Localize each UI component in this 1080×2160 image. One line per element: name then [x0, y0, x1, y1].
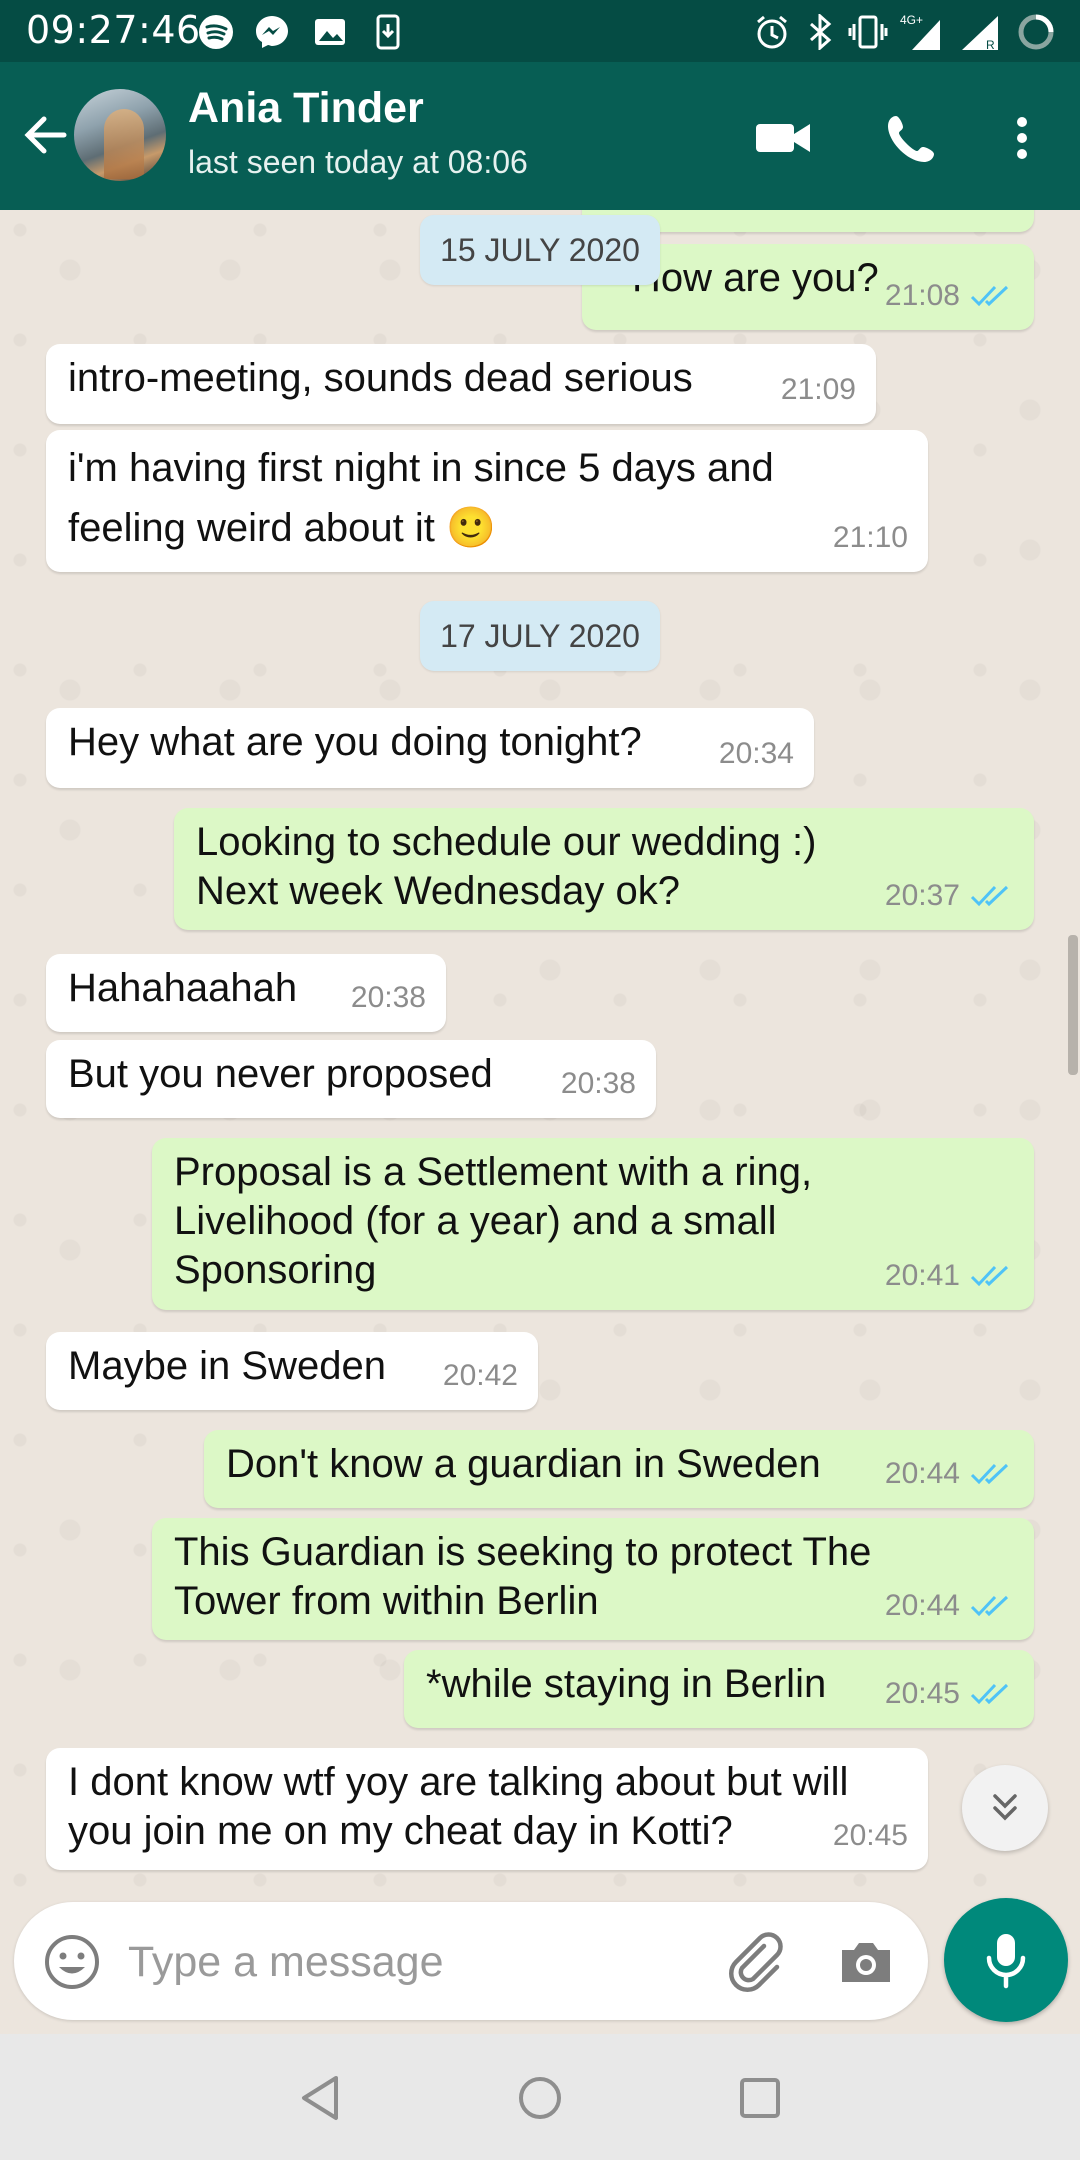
chat-messages[interactable]: How are you? 21:08 15 JULY 2020 intro-me… — [0, 210, 1080, 1910]
read-ticks-icon — [970, 885, 1009, 906]
avatar[interactable] — [74, 89, 166, 181]
message-meta: 20:44 — [885, 1449, 1014, 1498]
spotify-icon — [196, 12, 236, 52]
message-time: 20:38 — [560, 1067, 636, 1100]
message-meta: 20:45 — [833, 1811, 908, 1860]
message-meta: 21:08 — [885, 271, 1014, 320]
microphone-icon — [986, 1934, 1026, 1989]
message-time: 21:10 — [832, 521, 908, 554]
message-text: i'm having first night in since 5 days a… — [68, 446, 774, 550]
read-ticks-icon — [970, 1265, 1009, 1286]
message-meta: 21:10 — [833, 513, 908, 562]
message-outgoing[interactable]: Proposal is a Settlement with a ring, Li… — [152, 1138, 1034, 1310]
alarm-icon — [752, 12, 792, 52]
message-text: *while staying in Berlin — [426, 1662, 827, 1706]
message-incoming[interactable]: But you never proposed 20:38 — [46, 1040, 656, 1118]
message-meta: 21:09 — [781, 365, 856, 414]
message-text: intro-meeting, sounds dead serious — [68, 356, 693, 400]
read-ticks-icon — [970, 1595, 1009, 1616]
more-options-icon[interactable] — [990, 106, 1054, 170]
message-meta: 20:42 — [443, 1351, 518, 1400]
signal-roaming-icon: R — [960, 12, 1000, 52]
message-incoming[interactable]: Maybe in Sweden 20:42 — [46, 1332, 538, 1410]
svg-text:R: R — [986, 38, 995, 52]
last-seen-status: last seen today at 08:06 — [188, 144, 528, 180]
message-outgoing[interactable]: *while staying in Berlin 20:45 — [404, 1650, 1034, 1728]
message-time: 21:08 — [884, 279, 960, 312]
message-time: 20:42 — [442, 1359, 518, 1392]
attachment-icon[interactable] — [724, 1930, 788, 1994]
nav-recents-icon[interactable] — [730, 2068, 790, 2128]
message-time: 20:45 — [832, 1819, 908, 1852]
message-meta: 20:41 — [885, 1251, 1014, 1300]
read-ticks-icon — [970, 1683, 1009, 1704]
signal-icon: 4G+ — [900, 12, 952, 52]
message-time: 20:34 — [718, 737, 794, 770]
message-text: Hey what are you doing tonight? — [68, 720, 642, 764]
message-incoming[interactable]: Hahahaahah 20:38 — [46, 954, 446, 1032]
download-icon — [368, 12, 408, 52]
message-outgoing[interactable]: This Guardian is seeking to protect The … — [152, 1518, 1034, 1640]
message-text: How are you? — [632, 256, 879, 300]
message-meta: 20:34 — [719, 729, 794, 778]
message-time: 20:37 — [884, 879, 960, 912]
double-chevron-down-icon — [993, 1794, 1017, 1821]
system-navigation-bar — [0, 2034, 1080, 2160]
message-incoming[interactable]: I dont know wtf yoy are talking about bu… — [46, 1748, 928, 1870]
camera-icon[interactable] — [836, 1932, 896, 1992]
message-composer — [14, 1902, 928, 2020]
message-time: 20:45 — [884, 1677, 960, 1710]
message-time: 20:41 — [884, 1259, 960, 1292]
message-time: 20:38 — [350, 981, 426, 1014]
message-input[interactable] — [126, 1926, 690, 1998]
contact-name[interactable]: Ania Tinder — [188, 84, 424, 133]
date-divider: 17 JULY 2020 — [420, 601, 660, 671]
message-meta: 20:38 — [351, 973, 426, 1022]
read-ticks-icon — [970, 285, 1009, 306]
status-time: 09:27:46 — [26, 8, 201, 52]
message-text: Don't know a guardian in Sweden — [226, 1442, 821, 1486]
message-text: Looking to schedule our wedding :) Next … — [196, 820, 817, 913]
message-text: But you never proposed — [68, 1052, 493, 1096]
message-incoming[interactable]: intro-meeting, sounds dead serious 21:09 — [46, 344, 876, 424]
message-outgoing[interactable]: Looking to schedule our wedding :) Next … — [174, 808, 1034, 930]
message-incoming[interactable]: Hey what are you doing tonight? 20:34 — [46, 708, 814, 788]
message-outgoing[interactable]: Don't know a guardian in Sweden 20:44 — [204, 1430, 1034, 1508]
read-ticks-icon — [970, 1463, 1009, 1484]
nav-home-icon[interactable] — [510, 2068, 570, 2128]
video-call-icon[interactable] — [752, 106, 816, 170]
scroll-to-bottom-button[interactable] — [962, 1765, 1048, 1851]
message-text: I dont know wtf yoy are talking about bu… — [68, 1760, 849, 1853]
voice-call-icon[interactable] — [880, 106, 944, 170]
message-time: 20:44 — [884, 1589, 960, 1622]
vibrate-icon — [848, 12, 888, 52]
message-meta: 20:44 — [885, 1581, 1014, 1630]
battery-saver-icon — [1016, 12, 1056, 52]
message-text: This Guardian is seeking to protect The … — [174, 1530, 872, 1623]
message-meta: 20:45 — [885, 1669, 1014, 1718]
network-type: 4G+ — [900, 13, 923, 27]
message-text: Hahahaahah — [68, 966, 298, 1010]
message-meta: 20:38 — [561, 1059, 636, 1108]
bluetooth-icon — [800, 12, 840, 52]
message-meta: 20:37 — [885, 871, 1014, 920]
message-time: 20:44 — [884, 1457, 960, 1490]
voice-message-button[interactable] — [944, 1898, 1068, 2022]
chat-header: Ania Tinder last seen today at 08:06 — [0, 62, 1080, 210]
message-text: Maybe in Sweden — [68, 1344, 386, 1388]
gallery-icon — [310, 12, 350, 52]
nav-back-icon[interactable] — [290, 2068, 350, 2128]
status-bar: 09:27:46 4G+ R — [0, 0, 1080, 62]
emoji-icon[interactable] — [42, 1932, 102, 1992]
message-text: Proposal is a Settlement with a ring, Li… — [174, 1150, 813, 1292]
scrollbar-thumb[interactable] — [1068, 935, 1078, 1075]
date-divider: 15 JULY 2020 — [420, 215, 660, 285]
messenger-icon — [252, 12, 292, 52]
message-incoming[interactable]: i'm having first night in since 5 days a… — [46, 430, 928, 572]
back-arrow-icon[interactable] — [18, 108, 72, 162]
message-time: 21:09 — [780, 373, 856, 406]
